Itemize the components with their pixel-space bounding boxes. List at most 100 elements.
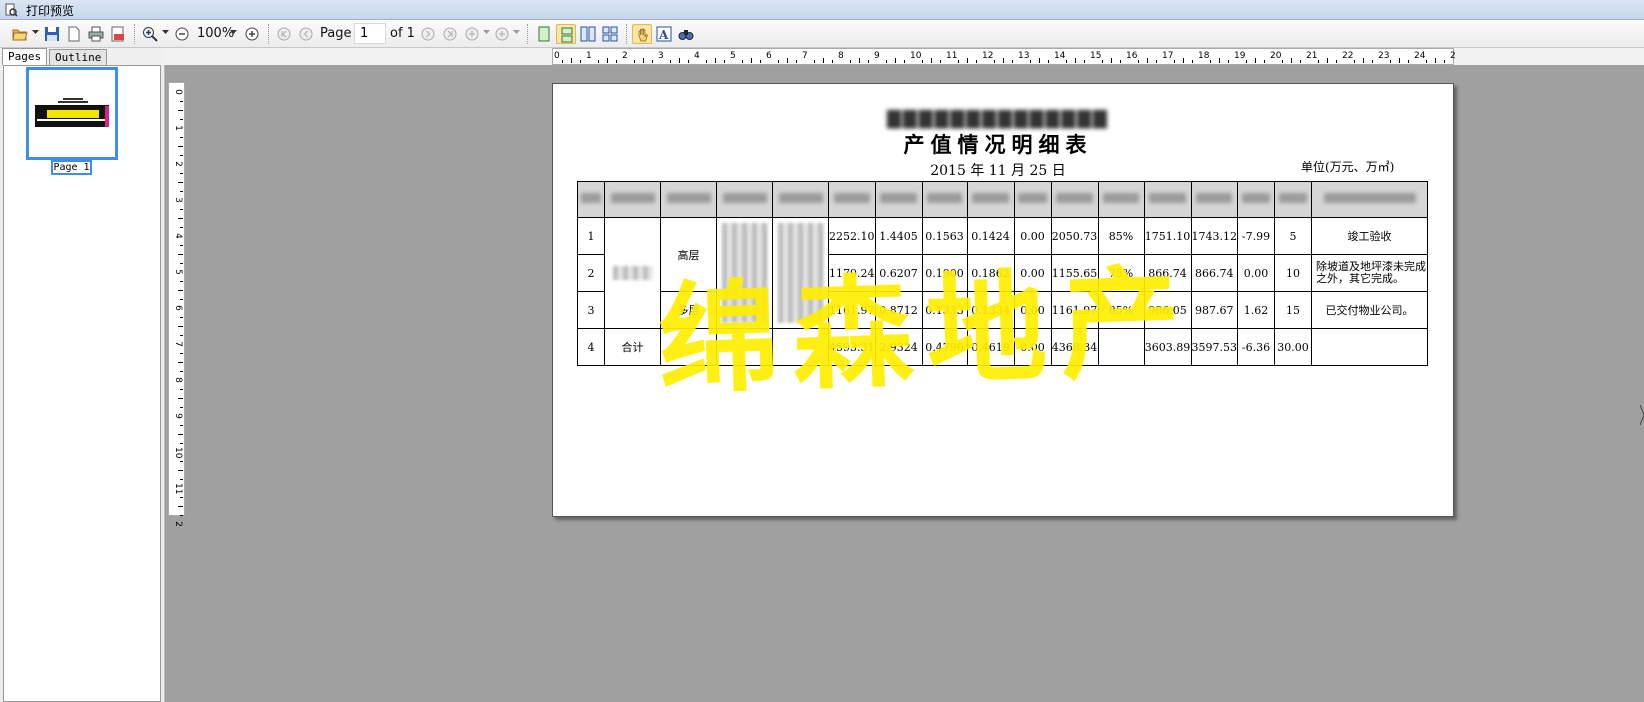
multiple-pages-icon[interactable] — [600, 24, 620, 44]
note-cell: 除坡道及地坪漆未完成之外，其它完成。 — [1311, 254, 1428, 292]
value-cell: -6.36 — [1237, 328, 1275, 366]
ruler-number: 6 — [173, 305, 183, 311]
ruler-number: 19 — [1234, 51, 1246, 61]
chevron-down-icon[interactable] — [483, 30, 490, 34]
ruler-number: 14 — [1054, 51, 1066, 61]
toolbar-separator — [134, 24, 135, 44]
ruler-tick — [178, 362, 183, 363]
ruler-tick — [931, 58, 932, 63]
chevron-down-icon[interactable] — [162, 30, 169, 34]
ruler-tick — [1012, 60, 1013, 63]
ruler-tick — [1066, 60, 1067, 63]
ruler-number: 2 — [1450, 51, 1456, 61]
value-cell: 30.00 — [1274, 328, 1312, 366]
page-thumbnail[interactable] — [26, 67, 118, 160]
ruler-number: 0 — [554, 51, 560, 61]
ruler-tick — [787, 58, 788, 63]
ruler-tick — [180, 209, 183, 210]
ruler-tick — [850, 60, 851, 63]
ruler-tick — [1390, 60, 1391, 63]
printer-icon[interactable] — [86, 24, 106, 44]
ruler-tick — [634, 60, 635, 63]
previous-page-icon[interactable] — [296, 24, 316, 44]
page-label: Page — [320, 26, 352, 41]
tab-outline[interactable]: Outline — [49, 49, 108, 66]
horizontal-ruler: 0 1 2 3 4 5 6 7 8 9 10 11 12 13 14 15 16 17 18 19 20 21 22 23 24… — [552, 48, 1456, 65]
ruler-tick — [1435, 58, 1436, 63]
company-name: ▇▇▇▇▇▇▇▇▇▇▇▇▇▇ — [887, 108, 1109, 129]
value-cell: 0.00 — [1237, 254, 1275, 292]
ruler-tick — [180, 515, 183, 516]
single-page-icon[interactable] — [534, 24, 554, 44]
project-name-cell — [604, 217, 661, 329]
find-icon[interactable] — [676, 24, 696, 44]
ruler-tick — [616, 60, 617, 63]
save-icon[interactable] — [42, 24, 62, 44]
ruler-tick — [180, 461, 183, 462]
page-count-label: of 1 — [390, 26, 415, 41]
zoom-level[interactable]: 100% — [197, 26, 234, 41]
chevron-down-icon[interactable] — [32, 30, 39, 34]
ruler-number: 9 — [874, 51, 880, 61]
ruler-tick — [180, 407, 183, 408]
ruler-tick — [180, 191, 183, 192]
ruler-tick — [670, 60, 671, 63]
value-cell: 3597.53 — [1190, 328, 1238, 366]
ruler-tick — [1075, 58, 1076, 63]
ruler-tick — [180, 353, 183, 354]
ruler-tick — [1372, 60, 1373, 63]
ruler-tick — [180, 119, 183, 120]
ruler-tick — [178, 254, 183, 255]
ruler-number: 23 — [1378, 51, 1390, 61]
report-date: 2015 年 11 月 25 日 — [930, 163, 1066, 179]
ruler-tick — [967, 58, 968, 63]
chevron-down-icon[interactable] — [513, 30, 520, 34]
next-page-icon[interactable] — [418, 24, 438, 44]
ruler-tick — [180, 335, 183, 336]
ruler-tick — [180, 371, 183, 372]
ruler-tick — [180, 101, 183, 102]
ruler-number: 6 — [766, 51, 772, 61]
ruler-tick — [1102, 60, 1103, 63]
continuous-page-icon[interactable] — [556, 24, 576, 44]
total-label-cell: 合计 — [604, 328, 661, 366]
ruler-number: 3 — [173, 197, 183, 203]
ruler-tick — [976, 60, 977, 63]
zoom-out-icon[interactable] — [172, 24, 192, 44]
page-setup-icon[interactable] — [64, 24, 84, 44]
ruler-tick — [1228, 60, 1229, 63]
ruler-tick — [760, 60, 761, 63]
print-preview-window: 打印预览 100% Page 1 of 1 A Pages Outline Pa… — [0, 0, 1644, 702]
zoom-in-icon[interactable] — [140, 24, 160, 44]
toolbar-separator — [527, 24, 528, 44]
ruler-tick — [1255, 58, 1256, 63]
first-page-icon[interactable] — [274, 24, 294, 44]
hand-tool-icon[interactable] — [632, 24, 652, 44]
ruler-tick — [1399, 58, 1400, 63]
ruler-tick — [1363, 58, 1364, 63]
open-folder-icon[interactable] — [10, 24, 30, 44]
ruler-tick — [859, 58, 860, 63]
tab-pages[interactable]: Pages — [2, 48, 48, 65]
ruler-tick — [178, 218, 183, 219]
ruler-number: 7 — [173, 341, 183, 347]
row-number-cell: 1 — [577, 217, 605, 255]
last-page-icon[interactable] — [440, 24, 460, 44]
back-history-icon[interactable] — [462, 24, 482, 44]
ruler-tick — [1318, 60, 1319, 63]
chevron-down-icon[interactable] — [230, 30, 237, 34]
ruler-tick — [180, 281, 183, 282]
forward-history-icon[interactable] — [492, 24, 512, 44]
zoom-in-circle-icon[interactable] — [242, 24, 262, 44]
export-icon[interactable] — [108, 24, 128, 44]
ruler-tick — [742, 60, 743, 63]
text-select-icon[interactable]: A — [654, 24, 674, 44]
ruler-tick — [940, 60, 941, 63]
ruler-number: 1 — [586, 51, 592, 61]
print-preview-icon — [5, 3, 18, 17]
facing-pages-icon[interactable] — [578, 24, 598, 44]
page-thumbnail-label[interactable]: Page 1 — [51, 160, 92, 175]
table-header-cell — [1311, 181, 1428, 218]
page-number-input[interactable]: 1 — [354, 23, 386, 44]
ruler-number: 10 — [910, 51, 922, 61]
